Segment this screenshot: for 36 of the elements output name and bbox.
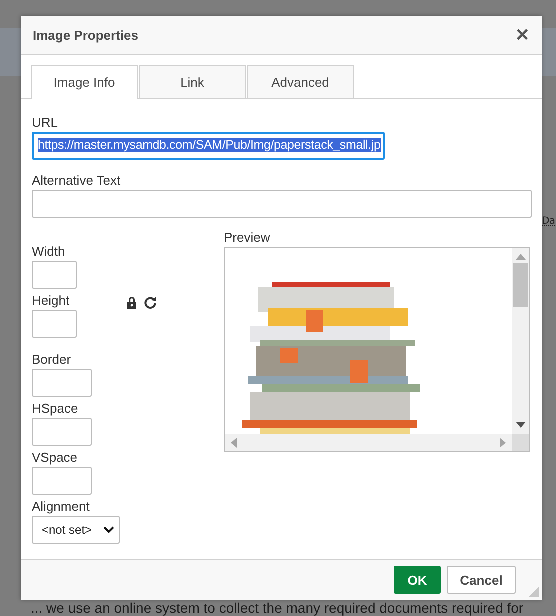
scroll-up-icon[interactable]: [516, 254, 526, 260]
dialog-title: Image Properties: [33, 28, 138, 42]
size-field[interactable]: [32, 310, 77, 338]
scrollbar-thumb[interactable]: [513, 263, 528, 307]
field-label: Alternative Text: [32, 173, 122, 188]
spacing-field[interactable]: [32, 467, 92, 495]
field-label: Height: [32, 293, 71, 308]
ok-button[interactable]: OK: [394, 566, 441, 594]
url-field[interactable]: https://master.mysamdb.com/SAM/Pub/Img/paperstack_small.jp: [32, 132, 385, 160]
tab[interactable]: Advanced: [247, 65, 354, 98]
chevron-down-icon: [103, 526, 115, 534]
field-label: Alignment: [32, 499, 91, 514]
scroll-left-icon[interactable]: [231, 438, 237, 448]
field-label: Width: [32, 244, 66, 259]
reset-icon[interactable]: [144, 296, 157, 309]
tab[interactable]: Image Info: [31, 65, 138, 99]
resize-grip-icon[interactable]: [529, 587, 539, 597]
tab[interactable]: Link: [139, 65, 246, 98]
field-label: VSpace: [32, 450, 79, 465]
field-label: URL: [32, 115, 60, 130]
lock-icon[interactable]: [126, 296, 138, 309]
scroll-right-icon[interactable]: [500, 438, 506, 448]
size-field[interactable]: [32, 261, 77, 289]
field-label: Preview: [224, 230, 272, 245]
close-button[interactable]: ×: [516, 25, 529, 45]
field-label: HSpace: [32, 401, 80, 416]
cancel-button[interactable]: Cancel: [447, 566, 516, 594]
scroll-down-icon[interactable]: [516, 422, 526, 428]
alignment-dropdown[interactable]: <not set>: [32, 516, 120, 544]
spacing-field[interactable]: [32, 418, 92, 446]
link-text[interactable]: Da: [542, 216, 556, 227]
paragraph-text: ... we use an online system to collect the many required documents required for: [31, 600, 524, 616]
spacing-field[interactable]: [32, 369, 92, 397]
field-label: Border: [32, 352, 72, 367]
scrollbar-corner: [512, 434, 529, 451]
alt-text-field[interactable]: [32, 190, 532, 218]
